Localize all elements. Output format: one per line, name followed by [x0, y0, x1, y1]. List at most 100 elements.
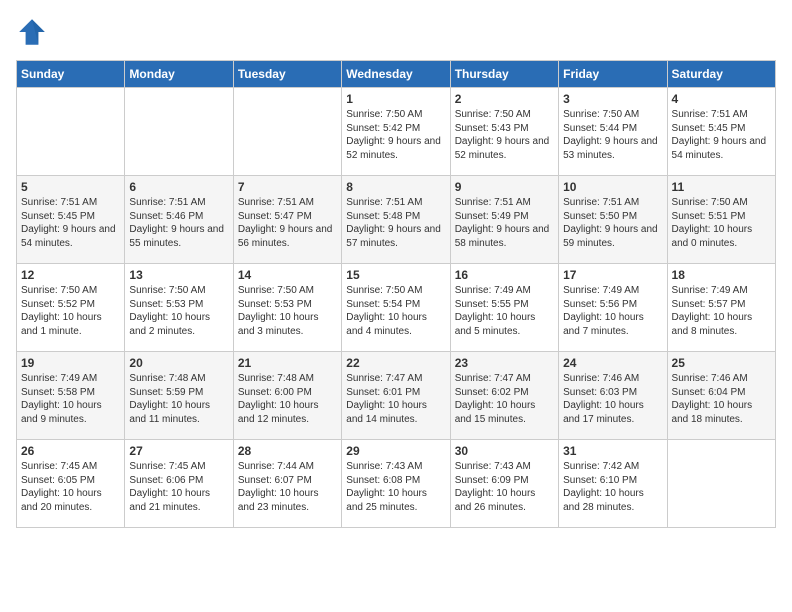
day-info: Sunrise: 7:50 AM Sunset: 5:54 PM Dayligh… [346, 284, 445, 338]
day-number: 31 [563, 444, 662, 458]
day-number: 7 [238, 180, 337, 194]
calendar-cell: 26 Sunrise: 7:45 AM Sunset: 6:05 PM Dayli… [17, 440, 125, 528]
calendar-cell: 6 Sunrise: 7:51 AM Sunset: 5:46 PM Daylig… [125, 176, 233, 264]
day-info: Sunrise: 7:50 AM Sunset: 5:53 PM Dayligh… [129, 284, 228, 338]
calendar-week-row: 19 Sunrise: 7:49 AM Sunset: 5:58 PM Dayli… [17, 352, 776, 440]
calendar-cell: 13 Sunrise: 7:50 AM Sunset: 5:53 PM Dayli… [125, 264, 233, 352]
day-number: 16 [455, 268, 554, 282]
weekday-header-saturday: Saturday [667, 61, 775, 88]
day-info: Sunrise: 7:49 AM Sunset: 5:55 PM Dayligh… [455, 284, 554, 338]
day-number: 21 [238, 356, 337, 370]
calendar-table: SundayMondayTuesdayWednesdayThursdayFrid… [16, 60, 776, 528]
day-number: 11 [672, 180, 771, 194]
calendar-cell: 10 Sunrise: 7:51 AM Sunset: 5:50 PM Dayli… [559, 176, 667, 264]
weekday-header-wednesday: Wednesday [342, 61, 450, 88]
calendar-cell: 23 Sunrise: 7:47 AM Sunset: 6:02 PM Dayli… [450, 352, 558, 440]
calendar-cell: 18 Sunrise: 7:49 AM Sunset: 5:57 PM Dayli… [667, 264, 775, 352]
day-number: 12 [21, 268, 120, 282]
calendar-week-row: 5 Sunrise: 7:51 AM Sunset: 5:45 PM Daylig… [17, 176, 776, 264]
day-number: 6 [129, 180, 228, 194]
day-info: Sunrise: 7:45 AM Sunset: 6:06 PM Dayligh… [129, 460, 228, 514]
day-info: Sunrise: 7:48 AM Sunset: 5:59 PM Dayligh… [129, 372, 228, 426]
day-info: Sunrise: 7:50 AM Sunset: 5:52 PM Dayligh… [21, 284, 120, 338]
day-number: 18 [672, 268, 771, 282]
day-info: Sunrise: 7:51 AM Sunset: 5:49 PM Dayligh… [455, 196, 554, 250]
day-info: Sunrise: 7:47 AM Sunset: 6:01 PM Dayligh… [346, 372, 445, 426]
day-number: 27 [129, 444, 228, 458]
calendar-cell: 8Sunrise: 7:51 AM Sunset: 5:48 PM Daylig… [342, 176, 450, 264]
calendar-cell: 9 Sunrise: 7:51 AM Sunset: 5:49 PM Daylig… [450, 176, 558, 264]
calendar-cell: 12 Sunrise: 7:50 AM Sunset: 5:52 PM Dayli… [17, 264, 125, 352]
day-number: 22 [346, 356, 445, 370]
calendar-cell [125, 88, 233, 176]
day-info: Sunrise: 7:46 AM Sunset: 6:03 PM Dayligh… [563, 372, 662, 426]
day-number: 3 [563, 92, 662, 106]
day-info: Sunrise: 7:50 AM Sunset: 5:53 PM Dayligh… [238, 284, 337, 338]
calendar-cell: 2Sunrise: 7:50 AM Sunset: 5:43 PM Daylig… [450, 88, 558, 176]
day-number: 15 [346, 268, 445, 282]
weekday-header-tuesday: Tuesday [233, 61, 341, 88]
day-info: Sunrise: 7:51 AM Sunset: 5:47 PM Dayligh… [238, 196, 337, 250]
day-info: Sunrise: 7:42 AM Sunset: 6:10 PM Dayligh… [563, 460, 662, 514]
calendar-cell: 25Sunrise: 7:46 AM Sunset: 6:04 PM Dayli… [667, 352, 775, 440]
day-info: Sunrise: 7:50 AM Sunset: 5:44 PM Dayligh… [563, 108, 662, 162]
day-number: 20 [129, 356, 228, 370]
calendar-cell: 22 Sunrise: 7:47 AM Sunset: 6:01 PM Dayli… [342, 352, 450, 440]
day-info: Sunrise: 7:51 AM Sunset: 5:50 PM Dayligh… [563, 196, 662, 250]
day-number: 13 [129, 268, 228, 282]
calendar-week-row: 26 Sunrise: 7:45 AM Sunset: 6:05 PM Dayli… [17, 440, 776, 528]
day-info: Sunrise: 7:43 AM Sunset: 6:08 PM Dayligh… [346, 460, 445, 514]
page-header [16, 16, 776, 48]
calendar-cell: 20 Sunrise: 7:48 AM Sunset: 5:59 PM Dayli… [125, 352, 233, 440]
day-number: 23 [455, 356, 554, 370]
day-number: 28 [238, 444, 337, 458]
calendar-cell [233, 88, 341, 176]
calendar-cell: 17 Sunrise: 7:49 AM Sunset: 5:56 PM Dayli… [559, 264, 667, 352]
calendar-cell: 24 Sunrise: 7:46 AM Sunset: 6:03 PM Dayli… [559, 352, 667, 440]
calendar-cell [667, 440, 775, 528]
calendar-cell: 31 Sunrise: 7:42 AM Sunset: 6:10 PM Dayli… [559, 440, 667, 528]
calendar-cell: 16 Sunrise: 7:49 AM Sunset: 5:55 PM Dayli… [450, 264, 558, 352]
calendar-week-row: 1 Sunrise: 7:50 AM Sunset: 5:42 PM Daylig… [17, 88, 776, 176]
day-number: 30 [455, 444, 554, 458]
calendar-week-row: 12 Sunrise: 7:50 AM Sunset: 5:52 PM Dayli… [17, 264, 776, 352]
calendar-cell: 28Sunrise: 7:44 AM Sunset: 6:07 PM Dayli… [233, 440, 341, 528]
calendar-cell: 11 Sunrise: 7:50 AM Sunset: 5:51 PM Dayli… [667, 176, 775, 264]
weekday-header-sunday: Sunday [17, 61, 125, 88]
day-info: Sunrise: 7:51 AM Sunset: 5:45 PM Dayligh… [21, 196, 120, 250]
weekday-header-row: SundayMondayTuesdayWednesdayThursdayFrid… [17, 61, 776, 88]
day-number: 14 [238, 268, 337, 282]
calendar-cell: 3 Sunrise: 7:50 AM Sunset: 5:44 PM Daylig… [559, 88, 667, 176]
day-number: 8 [346, 180, 445, 194]
day-number: 10 [563, 180, 662, 194]
day-info: Sunrise: 7:43 AM Sunset: 6:09 PM Dayligh… [455, 460, 554, 514]
day-info: Sunrise: 7:50 AM Sunset: 5:43 PM Dayligh… [455, 108, 554, 162]
day-number: 9 [455, 180, 554, 194]
calendar-cell: 14 Sunrise: 7:50 AM Sunset: 5:53 PM Dayli… [233, 264, 341, 352]
day-info: Sunrise: 7:51 AM Sunset: 5:46 PM Dayligh… [129, 196, 228, 250]
day-number: 1 [346, 92, 445, 106]
day-info: Sunrise: 7:49 AM Sunset: 5:57 PM Dayligh… [672, 284, 771, 338]
day-number: 24 [563, 356, 662, 370]
day-info: Sunrise: 7:50 AM Sunset: 5:51 PM Dayligh… [672, 196, 771, 250]
day-info: Sunrise: 7:50 AM Sunset: 5:42 PM Dayligh… [346, 108, 445, 162]
weekday-header-thursday: Thursday [450, 61, 558, 88]
day-info: Sunrise: 7:47 AM Sunset: 6:02 PM Dayligh… [455, 372, 554, 426]
calendar-cell: 21Sunrise: 7:48 AM Sunset: 6:00 PM Dayli… [233, 352, 341, 440]
day-number: 19 [21, 356, 120, 370]
calendar-cell: 30 Sunrise: 7:43 AM Sunset: 6:09 PM Dayli… [450, 440, 558, 528]
logo-icon [16, 16, 48, 48]
day-info: Sunrise: 7:49 AM Sunset: 5:56 PM Dayligh… [563, 284, 662, 338]
logo [16, 16, 52, 48]
day-info: Sunrise: 7:45 AM Sunset: 6:05 PM Dayligh… [21, 460, 120, 514]
day-number: 5 [21, 180, 120, 194]
day-number: 17 [563, 268, 662, 282]
calendar-cell: 27 Sunrise: 7:45 AM Sunset: 6:06 PM Dayli… [125, 440, 233, 528]
calendar-cell: 29Sunrise: 7:43 AM Sunset: 6:08 PM Dayli… [342, 440, 450, 528]
day-info: Sunrise: 7:49 AM Sunset: 5:58 PM Dayligh… [21, 372, 120, 426]
calendar-cell [17, 88, 125, 176]
day-number: 4 [672, 92, 771, 106]
calendar-cell: 19 Sunrise: 7:49 AM Sunset: 5:58 PM Dayli… [17, 352, 125, 440]
calendar-cell: 1 Sunrise: 7:50 AM Sunset: 5:42 PM Daylig… [342, 88, 450, 176]
day-number: 26 [21, 444, 120, 458]
